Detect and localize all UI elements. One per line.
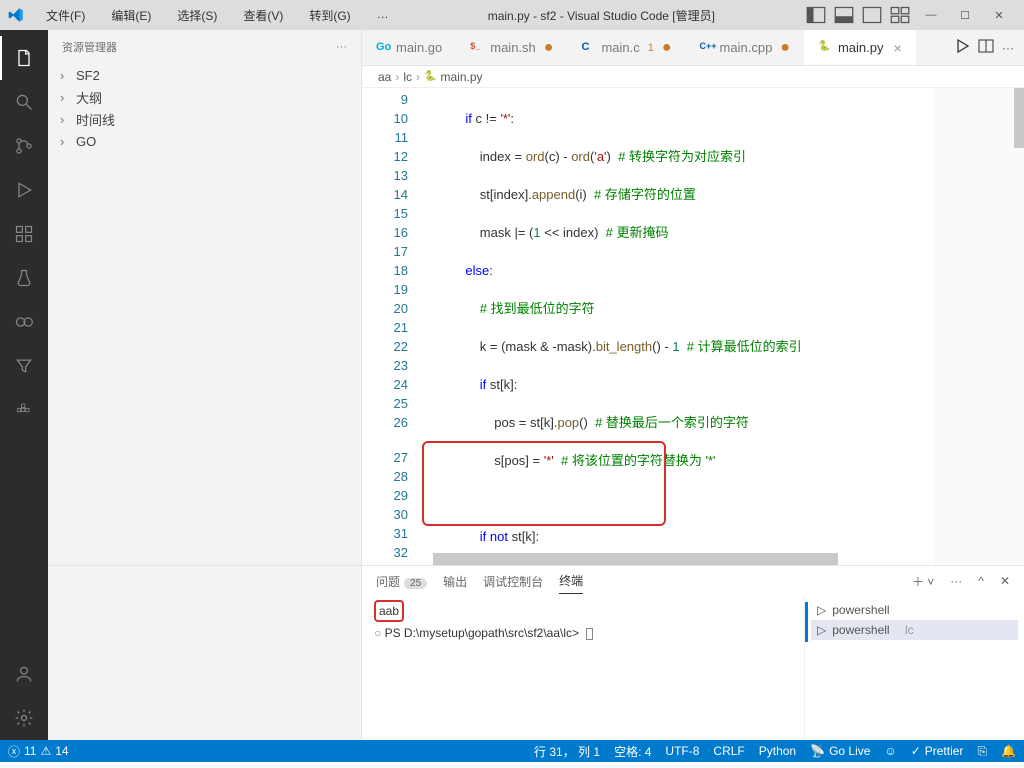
activity-docker-icon[interactable] bbox=[0, 388, 48, 432]
activity-extensions-icon[interactable] bbox=[0, 212, 48, 256]
status-cursor[interactable]: 行 31， 列 1 bbox=[534, 743, 600, 760]
close-button[interactable]: ✕ bbox=[982, 1, 1016, 29]
breadcrumb[interactable]: aa›lc›🐍main.py bbox=[362, 66, 1024, 88]
layout-grid-icon[interactable] bbox=[888, 3, 912, 27]
terminal-icon: ▷ bbox=[817, 623, 826, 637]
bottom-panel: 问题25 输出 调试控制台 终端 ＋ ˅ ··· ^ ✕ aab ○ PS D:… bbox=[48, 565, 1024, 740]
title-bar: 文件(F) 编辑(E) 选择(S) 查看(V) 转到(G) … main.py … bbox=[0, 0, 1024, 30]
terminal-list: ▷powershell ▷powershell lc bbox=[804, 596, 1024, 740]
sidebar-title: 资源管理器 bbox=[62, 39, 117, 55]
activity-account-icon[interactable] bbox=[0, 652, 48, 696]
layout-right-icon[interactable] bbox=[860, 3, 884, 27]
activity-bar bbox=[0, 30, 48, 740]
activity-explorer-icon[interactable] bbox=[0, 36, 48, 80]
terminal-item[interactable]: ▷powershell lc bbox=[811, 620, 1018, 640]
status-bar: ⓧ 11 ⚠ 14 行 31， 列 1 空格: 4 UTF-8 CRLF Pyt… bbox=[0, 740, 1024, 762]
code-editor[interactable]: if c != '*': index = ord(c) - ord('a') #… bbox=[422, 88, 934, 565]
layout-left-icon[interactable] bbox=[804, 3, 828, 27]
vscode-logo-icon bbox=[8, 7, 24, 23]
panel-more-icon[interactable]: ··· bbox=[950, 574, 962, 588]
activity-filter-icon[interactable] bbox=[0, 344, 48, 388]
panel-close-icon[interactable]: ✕ bbox=[1000, 574, 1010, 588]
menu-view[interactable]: 查看(V) bbox=[231, 5, 295, 26]
menu-bar: 文件(F) 编辑(E) 选择(S) 查看(V) 转到(G) … bbox=[34, 5, 401, 26]
activity-settings-icon[interactable] bbox=[0, 696, 48, 740]
sidebar-item-timeline[interactable]: ›时间线 bbox=[48, 108, 361, 130]
menu-edit[interactable]: 编辑(E) bbox=[99, 5, 163, 26]
status-encoding[interactable]: UTF-8 bbox=[665, 744, 699, 758]
terminal-item[interactable]: ▷powershell bbox=[811, 600, 1018, 620]
status-bell-icon[interactable]: 🔔 bbox=[1001, 744, 1016, 758]
horizontal-scrollbar[interactable] bbox=[433, 553, 838, 565]
sidebar-more-icon[interactable]: ··· bbox=[336, 41, 347, 53]
menu-go[interactable]: 转到(G) bbox=[297, 5, 362, 26]
tab-main-c[interactable]: Cmain.c1● bbox=[567, 30, 685, 65]
panel-tab-output[interactable]: 输出 bbox=[443, 569, 467, 594]
sidebar-item-outline[interactable]: ›大纲 bbox=[48, 86, 361, 108]
layout-bottom-icon[interactable] bbox=[832, 3, 856, 27]
activity-go-icon[interactable] bbox=[0, 300, 48, 344]
minimize-button[interactable]: ― bbox=[914, 1, 948, 29]
terminal-icon: ▷ bbox=[817, 603, 826, 617]
panel-tab-terminal[interactable]: 终端 bbox=[559, 568, 583, 594]
tab-more-icon[interactable]: ··· bbox=[1002, 41, 1014, 55]
panel-tab-problems[interactable]: 问题25 bbox=[376, 569, 427, 594]
highlight-rectangle bbox=[422, 441, 666, 526]
activity-search-icon[interactable] bbox=[0, 80, 48, 124]
menu-more[interactable]: … bbox=[365, 5, 401, 26]
editor-tabs: Gomain.go $_main.sh● Cmain.c1● C++main.c… bbox=[362, 30, 1024, 66]
line-gutter: 9101112131415161718192021222324252627282… bbox=[362, 88, 422, 565]
panel-tab-debug[interactable]: 调试控制台 bbox=[483, 569, 543, 594]
terminal-output-highlight: aab bbox=[374, 600, 404, 622]
window-title: main.py - sf2 - Visual Studio Code [管理员] bbox=[401, 7, 802, 24]
status-eol[interactable]: CRLF bbox=[713, 744, 744, 758]
run-icon[interactable] bbox=[954, 38, 970, 57]
tab-main-cpp[interactable]: C++main.cpp● bbox=[686, 30, 804, 65]
minimap[interactable] bbox=[934, 88, 1024, 565]
activity-scm-icon[interactable] bbox=[0, 124, 48, 168]
vertical-scrollbar[interactable] bbox=[1014, 88, 1024, 148]
status-language[interactable]: Python bbox=[759, 744, 796, 758]
activity-debug-icon[interactable] bbox=[0, 168, 48, 212]
editor-area: Gomain.go $_main.sh● Cmain.c1● C++main.c… bbox=[362, 30, 1024, 740]
menu-select[interactable]: 选择(S) bbox=[165, 5, 229, 26]
sidebar-item-sf2[interactable]: ›SF2 bbox=[48, 64, 361, 86]
status-prettier[interactable]: ✓ Prettier bbox=[911, 744, 964, 758]
status-errors[interactable]: ⓧ 11 ⚠ 14 bbox=[8, 743, 69, 760]
sidebar-item-go[interactable]: ›GO bbox=[48, 130, 361, 152]
maximize-button[interactable]: ☐ bbox=[948, 1, 982, 29]
menu-file[interactable]: 文件(F) bbox=[34, 5, 97, 26]
status-golive[interactable]: 📡 Go Live bbox=[810, 744, 870, 758]
panel-maximize-icon[interactable]: ^ bbox=[978, 574, 984, 588]
terminal[interactable]: aab ○ PS D:\mysetup\gopath\src\sf2\aa\lc… bbox=[362, 596, 804, 740]
tab-main-py[interactable]: 🐍main.py× bbox=[804, 30, 916, 65]
status-feedback-icon[interactable]: ☺ bbox=[884, 744, 896, 758]
split-icon[interactable] bbox=[978, 38, 994, 57]
tab-close-icon[interactable]: × bbox=[894, 40, 902, 56]
tab-main-sh[interactable]: $_main.sh● bbox=[456, 30, 567, 65]
tab-main-go[interactable]: Gomain.go bbox=[362, 30, 456, 65]
panel-new-icon[interactable]: ＋ ˅ bbox=[912, 573, 934, 590]
status-port-icon[interactable]: ⎘ bbox=[977, 744, 987, 759]
activity-test-icon[interactable] bbox=[0, 256, 48, 300]
window-controls: ― ☐ ✕ bbox=[914, 1, 1016, 29]
status-spaces[interactable]: 空格: 4 bbox=[614, 743, 651, 760]
